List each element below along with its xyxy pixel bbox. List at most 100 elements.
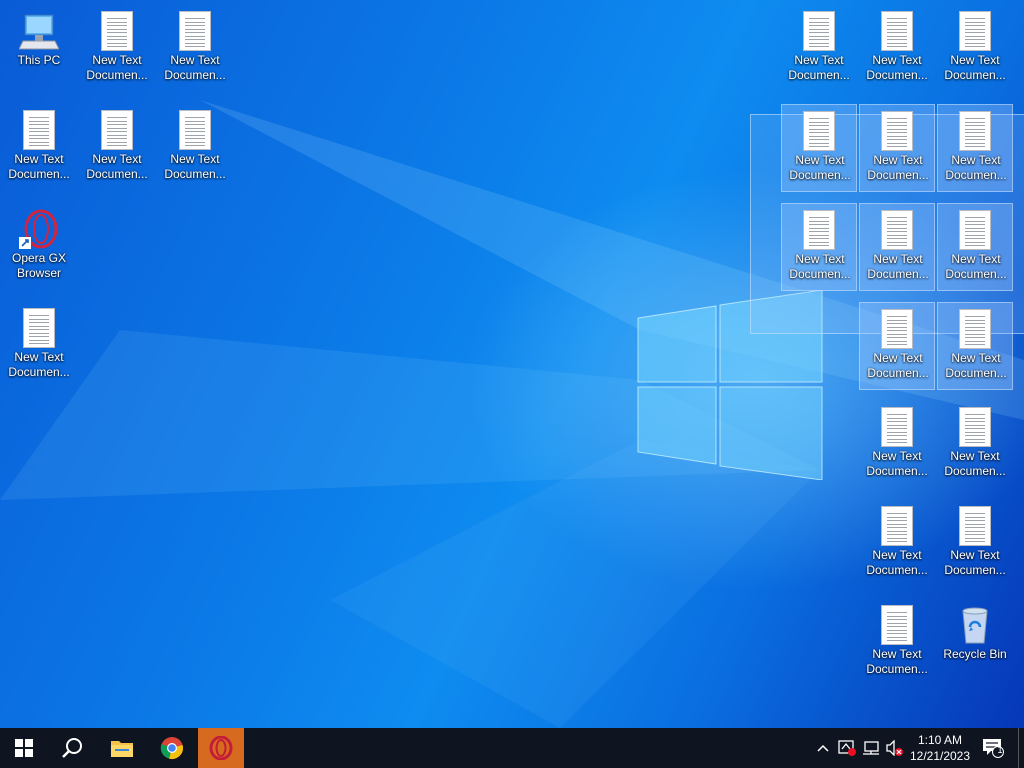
desktop-icon-doc-r13[interactable]: New Text Documen... [937,401,1013,489]
network-icon [863,741,879,755]
text-document-icon [803,111,835,151]
search-icon [62,738,82,758]
show-hidden-icons-button[interactable] [814,728,832,768]
desktop-icon-doc-r16[interactable]: New Text Documen... [859,599,935,687]
tray-security-button[interactable] [836,728,858,768]
desktop-icon-label: New Text Documen... [789,153,851,182]
desktop-icon-label: New Text Documen... [866,449,928,478]
opera-gx-taskbar-button[interactable] [198,728,244,768]
desktop-icon-doc-r3[interactable]: New Text Documen... [937,5,1013,93]
desktop-icon-label: New Text Documen... [867,153,929,182]
desktop-icon-label: New Text Documen... [944,548,1006,577]
desktop-icon-label: New Text Documen... [945,153,1007,182]
desktop-icon-label: New Text Documen... [86,152,148,181]
desktop-icon-label: New Text Documen... [164,152,226,181]
text-document-icon [881,506,913,546]
desktop-icon-label: Recycle Bin [943,647,1007,661]
desktop[interactable]: This PC New Text Documen... New Text Docum… [0,0,1024,728]
desktop-icon-label: New Text Documen... [788,53,850,82]
desktop-icon-doc-5[interactable]: New Text Documen... [157,104,233,192]
clock-date: 12/21/2023 [909,749,971,763]
text-document-icon [23,110,55,150]
file-explorer-taskbar-button[interactable] [98,728,146,768]
desktop-icon-doc-r15[interactable]: New Text Documen... [937,500,1013,588]
text-document-icon [881,309,913,349]
text-document-icon [101,110,133,150]
desktop-icon-label: New Text Documen... [86,53,148,82]
text-document-icon [959,309,991,349]
desktop-icon-this-pc[interactable]: This PC [1,5,77,93]
desktop-icon-label: New Text Documen... [867,252,929,281]
desktop-icon-doc-4[interactable]: New Text Documen... [79,104,155,192]
desktop-icon-doc-r8[interactable]: New Text Documen... [859,203,935,291]
desktop-icon-label: New Text Documen... [945,252,1007,281]
text-document-icon [959,11,991,51]
recycle-bin-icon [955,605,995,645]
text-document-icon [959,210,991,250]
folder-icon [111,741,133,757]
tray-volume-button[interactable] [884,728,906,768]
opera-gx-icon [209,736,233,760]
desktop-icon-label: Opera GX Browser [11,251,67,280]
text-document-icon [803,11,835,51]
text-document-icon [881,11,913,51]
text-document-icon [23,308,55,348]
computer-icon [18,11,60,51]
text-document-icon [803,210,835,250]
desktop-icon-doc-r7[interactable]: New Text Documen... [781,203,857,291]
desktop-icon-doc-1[interactable]: New Text Documen... [79,5,155,93]
desktop-icon-doc-r4[interactable]: New Text Documen... [781,104,857,192]
desktop-icon-recycle-bin[interactable]: Recycle Bin [937,599,1013,687]
desktop-icon-doc-r10[interactable]: New Text Documen... [859,302,935,390]
text-document-icon [881,210,913,250]
desktop-icon-label: New Text Documen... [866,647,928,676]
text-document-icon [881,111,913,151]
text-document-icon [959,407,991,447]
text-document-icon [881,605,913,645]
taskbar: 1:10 AM 12/21/2023 1 [0,728,1024,768]
text-document-icon [881,407,913,447]
desktop-icon-doc-r2[interactable]: New Text Documen... [859,5,935,93]
text-document-icon [959,506,991,546]
text-document-icon [179,110,211,150]
desktop-icon-label: New Text Documen... [8,350,70,379]
search-button[interactable] [48,728,96,768]
chevron-up-icon [817,744,829,752]
volume-muted-icon [886,740,903,756]
desktop-icon-doc-r11[interactable]: New Text Documen... [937,302,1013,390]
desktop-icon-label: New Text Documen... [866,548,928,577]
desktop-icon-label: New Text Documen... [944,53,1006,82]
start-button[interactable] [0,728,48,768]
notification-count: 1 [997,745,1003,755]
desktop-icon-doc-r1[interactable]: New Text Documen... [781,5,857,93]
desktop-icon-label: New Text Documen... [8,152,70,181]
desktop-icon-label: This PC [17,53,61,67]
desktop-icon-label: New Text Documen... [867,351,929,380]
chrome-icon [160,737,183,759]
desktop-icon-label: New Text Documen... [866,53,928,82]
show-desktop-button[interactable] [1018,728,1024,768]
desktop-icon-doc-6[interactable]: New Text Documen... [1,302,77,390]
action-center-button[interactable]: 1 [978,728,1008,768]
desktop-icon-doc-r14[interactable]: New Text Documen... [859,500,935,588]
text-document-icon [959,111,991,151]
desktop-icon-doc-2[interactable]: New Text Documen... [157,5,233,93]
chrome-taskbar-button[interactable] [148,728,196,768]
clock-button[interactable]: 1:10 AM 12/21/2023 [904,732,976,764]
text-document-icon [101,11,133,51]
security-alert-icon [838,740,856,756]
desktop-icon-label: New Text Documen... [944,449,1006,478]
desktop-icon-opera-gx[interactable]: Opera GX Browser [1,203,77,291]
desktop-icon-doc-r9[interactable]: New Text Documen... [937,203,1013,291]
desktop-icon-label: New Text Documen... [789,252,851,281]
desktop-icon-label: New Text Documen... [164,53,226,82]
opera-gx-icon [19,209,59,249]
text-document-icon [179,11,211,51]
windows-start-icon [15,739,33,757]
tray-network-button[interactable] [860,728,882,768]
clock-time: 1:10 AM [917,733,963,747]
desktop-icon-doc-3[interactable]: New Text Documen... [1,104,77,192]
desktop-icon-doc-r6[interactable]: New Text Documen... [937,104,1013,192]
desktop-icon-doc-r5[interactable]: New Text Documen... [859,104,935,192]
desktop-icon-doc-r12[interactable]: New Text Documen... [859,401,935,489]
